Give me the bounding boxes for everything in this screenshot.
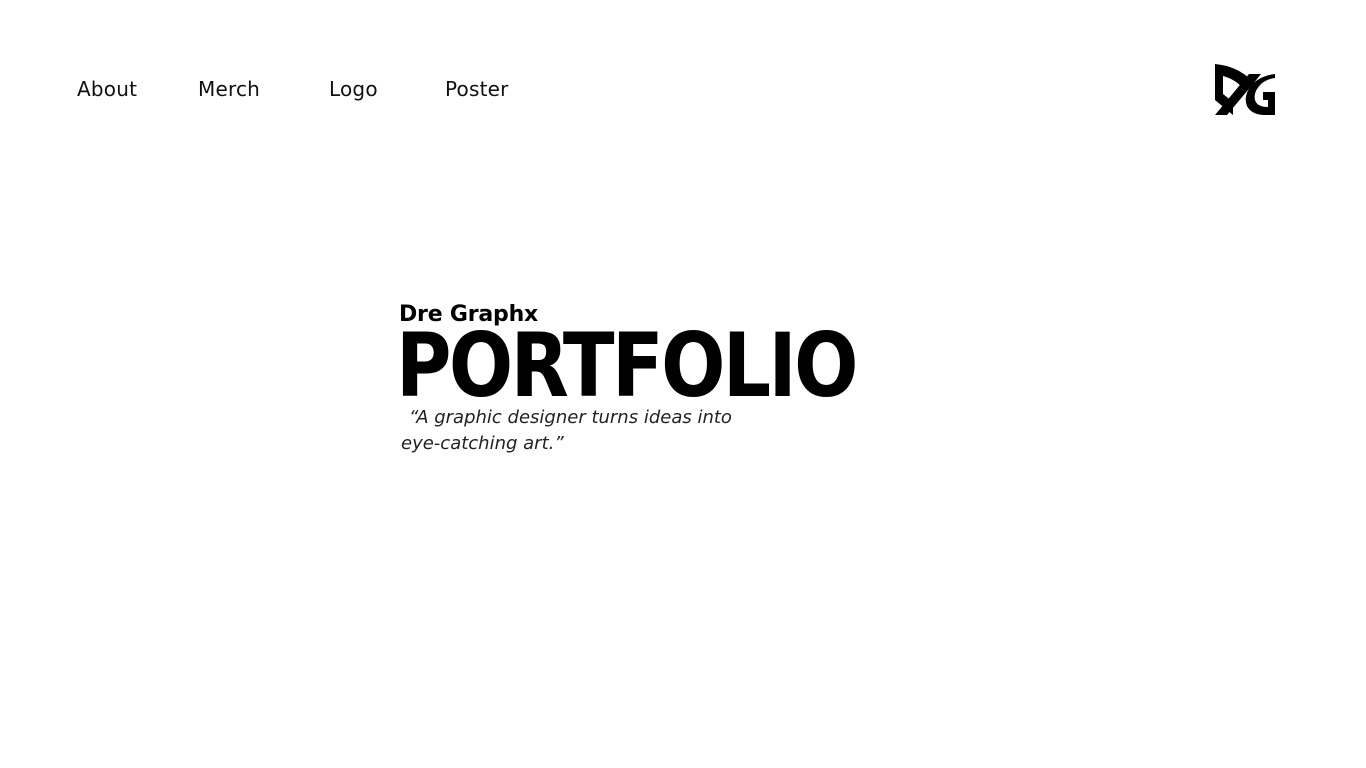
nav-link-merch[interactable]: Merch (198, 76, 260, 102)
nav-link-logo[interactable]: Logo (329, 76, 378, 102)
hero-section: Dre Graphx PORTFOLIO “A graphic designer… (396, 300, 1016, 470)
tagline-quote: “A graphic designer turns ideas into eye… (401, 405, 761, 457)
quote-line-2: eye-catching art.” (401, 433, 564, 454)
dg-logo-icon[interactable] (1213, 62, 1277, 117)
nav-link-about[interactable]: About (77, 76, 137, 102)
quote-line-1: “A graphic designer turns ideas into (409, 407, 732, 428)
nav-link-poster[interactable]: Poster (445, 76, 509, 102)
top-navigation: About Merch Logo Poster (0, 0, 700, 180)
page-title: PORTFOLIO (396, 314, 858, 417)
